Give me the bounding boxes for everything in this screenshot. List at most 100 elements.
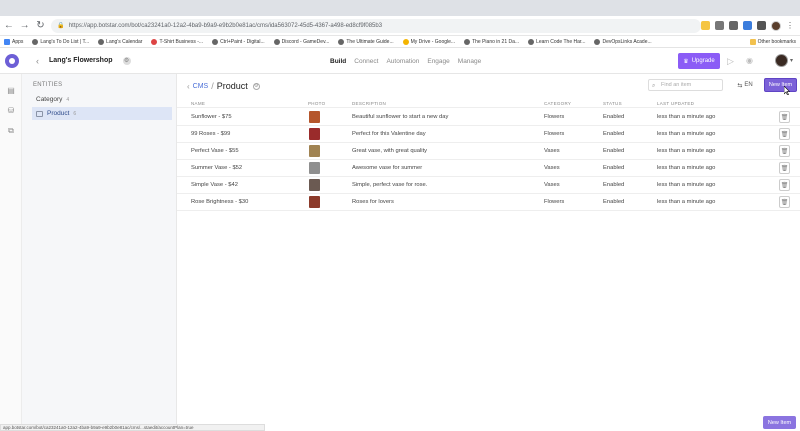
flows-icon[interactable]: ▤ bbox=[6, 86, 16, 95]
tab-automation[interactable]: Automation bbox=[386, 58, 419, 65]
tab-connect[interactable]: Connect bbox=[354, 58, 378, 65]
column-header-category[interactable]: CATEGORY bbox=[544, 101, 571, 106]
product-last-updated: less than a minute ago bbox=[657, 148, 716, 154]
new-item-button-footer[interactable]: New Item bbox=[763, 416, 796, 429]
table-row[interactable]: Simple Vase - $42 Simple, perfect vase f… bbox=[177, 177, 800, 194]
entity-count: 6 bbox=[73, 110, 77, 117]
product-status: Enabled bbox=[603, 165, 625, 171]
language-button[interactable]: ⇆ EN bbox=[732, 79, 758, 91]
bookmark-item[interactable]: Discord - GameDev... bbox=[273, 38, 329, 45]
bookmarks-bar: Apps Lang's To Do List | T... Lang's Cal… bbox=[0, 36, 800, 48]
chevron-left-icon[interactable]: ‹ bbox=[36, 56, 39, 66]
entity-item-category[interactable]: Category 4 bbox=[32, 93, 172, 106]
back-arrow-icon[interactable]: ← bbox=[2, 19, 16, 33]
trash-icon[interactable]: 🗑 bbox=[779, 196, 790, 208]
bookmark-item[interactable]: Learn Code The Har... bbox=[528, 38, 585, 45]
extension-icon[interactable] bbox=[729, 21, 738, 30]
bookmark-item[interactable]: My Drive - Google... bbox=[402, 38, 455, 45]
bookmark-item[interactable]: Apps bbox=[4, 38, 23, 45]
bookmark-item[interactable]: The Piano in 21 Da... bbox=[464, 38, 519, 45]
product-description: Simple, perfect vase for rose. bbox=[352, 182, 428, 188]
play-icon[interactable]: ▷ bbox=[727, 56, 734, 67]
menu-dots-icon[interactable]: ⋮ bbox=[786, 21, 794, 30]
globe-icon bbox=[528, 38, 535, 45]
new-item-button[interactable]: New Item bbox=[764, 78, 797, 92]
product-description: Perfect for this Valentine day bbox=[352, 131, 426, 137]
tab-build[interactable]: Build bbox=[330, 58, 346, 65]
column-header-last-updated[interactable]: LAST UPDATED bbox=[657, 101, 694, 106]
bookmark-item[interactable]: Lang's To Do List | T... bbox=[32, 38, 89, 45]
product-name[interactable]: Sunflower - $75 bbox=[191, 114, 232, 120]
left-rail: ▤ ⛁ ⧉ bbox=[0, 74, 22, 431]
entity-label: Category bbox=[36, 96, 63, 103]
chevron-left-icon[interactable]: ‹ bbox=[187, 82, 190, 91]
table-row[interactable]: Perfect Vase - $55 Great vase, with grea… bbox=[177, 143, 800, 160]
trash-icon[interactable]: 🗑 bbox=[779, 179, 790, 191]
tab-engage[interactable]: Engage bbox=[427, 58, 449, 65]
reload-icon[interactable]: ↻ bbox=[34, 19, 48, 33]
column-header-name[interactable]: NAME bbox=[191, 101, 205, 106]
sitemap-icon[interactable]: ⧉ bbox=[6, 126, 16, 135]
translate-icon: ⇆ bbox=[737, 82, 743, 89]
product-photo bbox=[309, 196, 320, 208]
product-category: Vases bbox=[544, 182, 560, 188]
table-row[interactable]: Summer Vase - $52 Awesome vase for summe… bbox=[177, 160, 800, 177]
bookmark-item[interactable]: T-Shirt Business -... bbox=[151, 38, 203, 45]
product-description: Roses for lovers bbox=[352, 199, 394, 205]
extension-icon[interactable] bbox=[757, 21, 766, 30]
product-name[interactable]: Summer Vase - $52 bbox=[191, 165, 242, 171]
tab-manage[interactable]: Manage bbox=[458, 58, 482, 65]
cms-main: ‹ CMS / Product ⚙ ⌕ Find an item ⇆ EN Ne… bbox=[177, 74, 800, 431]
globe-icon bbox=[98, 38, 105, 45]
address-bar[interactable]: 🔒 https://app.botstar.com/bot/ca23241a0-… bbox=[51, 18, 701, 33]
apps-grid-icon bbox=[4, 38, 10, 45]
bookmark-item[interactable]: The Ultimate Guide... bbox=[338, 38, 394, 45]
mouse-cursor-icon bbox=[784, 86, 790, 95]
botstar-logo-icon[interactable] bbox=[5, 53, 19, 68]
forward-arrow-icon[interactable]: → bbox=[18, 19, 32, 33]
other-bookmarks[interactable]: Other bookmarks bbox=[749, 39, 796, 45]
google-drive-icon bbox=[402, 38, 409, 45]
column-header-description[interactable]: DESCRIPTION bbox=[352, 101, 386, 106]
address-bar-url: https://app.botstar.com/bot/ca23241a0-12… bbox=[68, 22, 383, 29]
page-title: Product bbox=[216, 81, 248, 91]
entity-item-product[interactable]: Product 6 bbox=[32, 107, 172, 120]
preview-icon[interactable]: ◉ bbox=[746, 56, 753, 65]
browser-status-bar: app.botstar.com/bot/ca23241a0-12a2-4ba9-… bbox=[0, 424, 265, 431]
entity-count: 4 bbox=[66, 96, 70, 103]
extension-icon[interactable] bbox=[743, 21, 752, 30]
trash-icon[interactable]: 🗑 bbox=[779, 145, 790, 157]
bookmark-item[interactable]: Lang's Calendar bbox=[98, 38, 142, 45]
breadcrumb-cms-link[interactable]: CMS bbox=[193, 83, 209, 90]
product-category: Vases bbox=[544, 165, 560, 171]
product-category: Vases bbox=[544, 148, 560, 154]
upgrade-button[interactable]: ♛ Upgrade bbox=[678, 53, 720, 69]
globe-icon bbox=[594, 38, 601, 45]
browser-profile-avatar[interactable] bbox=[771, 20, 781, 31]
bookmark-item[interactable]: Ctrl+Paint - Digital... bbox=[212, 38, 265, 45]
product-name[interactable]: Rose Brightness - $30 bbox=[191, 199, 248, 205]
extension-icon[interactable] bbox=[715, 21, 724, 30]
avatar[interactable] bbox=[775, 54, 788, 67]
settings-icon[interactable]: ⚙ bbox=[122, 56, 131, 65]
search-input[interactable]: ⌕ Find an item bbox=[648, 79, 723, 91]
product-status: Enabled bbox=[603, 148, 625, 154]
settings-icon[interactable]: ⚙ bbox=[252, 82, 260, 90]
chevron-down-icon[interactable]: ▾ bbox=[790, 57, 793, 64]
star-icon[interactable] bbox=[701, 21, 710, 30]
product-description: Beautiful sunflower to start a new day bbox=[352, 114, 449, 120]
table-row[interactable]: Rose Brightness - $30 Roses for lovers F… bbox=[177, 194, 800, 211]
trash-icon[interactable]: 🗑 bbox=[779, 162, 790, 174]
entities-panel: ENTITIES Category 4 Product 6 bbox=[22, 74, 177, 431]
product-name[interactable]: Perfect Vase - $55 bbox=[191, 148, 239, 154]
trash-icon[interactable]: 🗑 bbox=[779, 128, 790, 140]
database-icon[interactable]: ⛁ bbox=[6, 106, 16, 115]
product-name[interactable]: Simple Vase - $42 bbox=[191, 182, 238, 188]
table-row[interactable]: 99 Roses - $99 Perfect for this Valentin… bbox=[177, 126, 800, 143]
table-row[interactable]: Sunflower - $75 Beautiful sunflower to s… bbox=[177, 109, 800, 126]
product-photo bbox=[309, 111, 320, 123]
product-name[interactable]: 99 Roses - $99 bbox=[191, 131, 230, 137]
trash-icon[interactable]: 🗑 bbox=[779, 111, 790, 123]
bookmark-item[interactable]: DevOpsLinks Acade... bbox=[594, 38, 652, 45]
column-header-status[interactable]: STATUS bbox=[603, 101, 622, 106]
